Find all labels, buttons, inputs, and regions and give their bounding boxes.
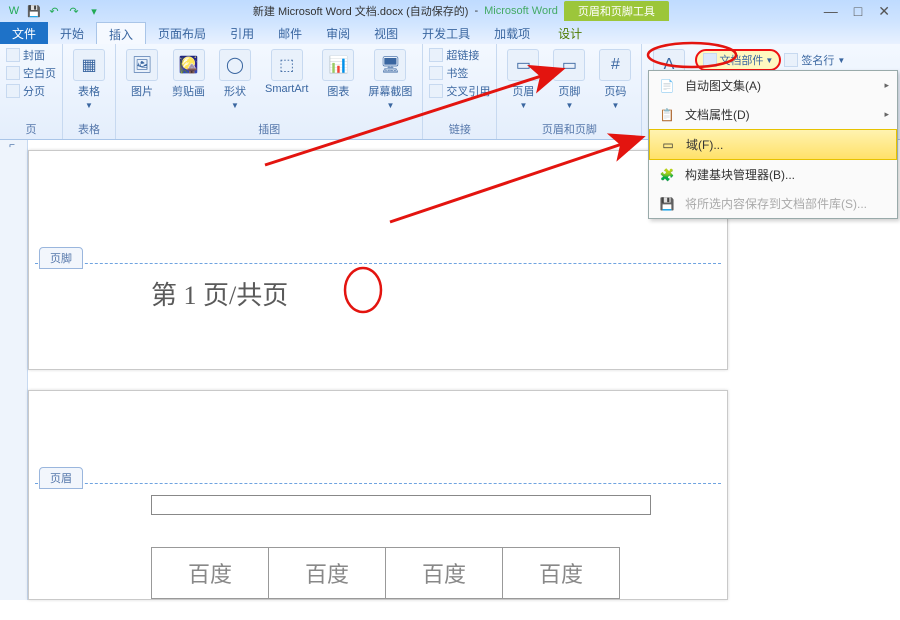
shapes-icon: ◯ [219,49,251,81]
group-label-tables: 表格 [78,119,100,139]
quick-access-toolbar: W 💾 ↶ ↷ ▾ [0,3,108,19]
tab-design[interactable]: 设计 [546,22,594,44]
smartart-icon: ⬚ [271,49,303,81]
clipart-icon: 🎑 [173,49,205,81]
quick-parts-button[interactable]: 文档部件▼ [695,49,781,71]
table-cell[interactable]: 百度 [502,547,620,599]
menu-field[interactable]: ▭ 域(F)... [649,129,897,160]
picture-button[interactable]: 🖼图片 [122,47,162,101]
group-illustrations: 🖼图片 🎑剪贴画 ◯形状▼ ⬚SmartArt 📊图表 🖥屏幕截图▼ 插图 [116,44,423,139]
picture-icon: 🖼 [126,49,158,81]
header-table-top[interactable] [151,495,651,515]
menu-building-blocks[interactable]: 🧩 构建基块管理器(B)... [649,160,897,189]
group-header-footer: ▭页眉▼ ▭页脚▼ #页码▼ 页眉和页脚 [497,44,642,139]
quick-parts-icon [703,53,717,67]
maximize-button[interactable]: □ [854,3,862,20]
screenshot-button[interactable]: 🖥屏幕截图▼ [364,47,416,112]
tab-references[interactable]: 引用 [218,22,266,44]
page-number-button[interactable]: #页码▼ [595,47,635,112]
menu-doc-property[interactable]: 📋 文档属性(D)▸ [649,100,897,129]
blank-page-button[interactable]: 空白页 [6,65,56,81]
chart-button[interactable]: 📊图表 [318,47,358,101]
vertical-ruler [0,140,28,600]
header-table-cells[interactable]: 百度 百度 百度 百度 [151,547,619,599]
smartart-button[interactable]: ⬚SmartArt [261,47,312,97]
group-label-links: 链接 [449,119,471,139]
app-name: Microsoft Word [484,5,558,17]
docprop-icon: 📋 [657,108,677,122]
tab-layout[interactable]: 页面布局 [146,22,218,44]
group-label-pages: 页 [26,119,37,139]
bookmark-button[interactable]: 书签 [429,65,490,81]
save-icon[interactable]: 💾 [26,3,42,19]
page-2[interactable]: 页眉 百度 百度 百度 百度 [28,390,728,600]
footer-button[interactable]: ▭页脚▼ [549,47,589,112]
signature-line-button[interactable]: 签名行 [801,52,834,68]
minimize-button[interactable]: — [824,3,838,20]
tab-selector[interactable]: ⌐ [0,140,24,152]
titlebar: W 💾 ↶ ↷ ▾ 新建 Microsoft Word 文档.docx (自动保… [0,0,900,22]
group-links: 超链接 书签 交叉引用 链接 [423,44,497,139]
menu-autotext[interactable]: 📄 自动图文集(A)▸ [649,71,897,100]
hyperlink-button[interactable]: 超链接 [429,47,490,63]
page-1[interactable]: 页脚 第 1 页/共页 [28,150,728,370]
tab-addins[interactable]: 加载项 [482,22,542,44]
qat-more-icon[interactable]: ▾ [86,3,102,19]
footer-icon: ▭ [553,49,585,81]
header-icon: ▭ [507,49,539,81]
ribbon-tabs: 文件 开始 插入 页面布局 引用 邮件 审阅 视图 开发工具 加载项 设计 [0,22,900,44]
undo-icon[interactable]: ↶ [46,3,62,19]
footer-text[interactable]: 第 1 页/共页 [151,275,288,312]
footer-boundary [35,263,721,264]
word-icon: W [6,3,22,19]
tab-mailings[interactable]: 邮件 [266,22,314,44]
save-selection-icon: 💾 [657,197,677,211]
group-label-illustrations: 插图 [258,119,280,139]
menu-save-selection: 💾 将所选内容保存到文档部件库(S)... [649,189,897,218]
crossref-button[interactable]: 交叉引用 [429,83,490,99]
chart-icon: 📊 [322,49,354,81]
group-label-header-footer: 页眉和页脚 [542,119,597,139]
tab-insert[interactable]: 插入 [96,22,146,44]
table-cell[interactable]: 百度 [385,547,503,599]
page-number-icon: # [599,49,631,81]
table-cell[interactable]: 百度 [151,547,269,599]
document-title: 新建 Microsoft Word 文档.docx (自动保存的) [253,3,469,19]
redo-icon[interactable]: ↷ [66,3,82,19]
header-tag: 页眉 [39,467,83,489]
tab-home[interactable]: 开始 [48,22,96,44]
field-icon: ▭ [658,138,678,152]
signature-icon [784,53,798,67]
table-cell[interactable]: 百度 [268,547,386,599]
close-button[interactable]: ✕ [878,3,890,20]
header-button[interactable]: ▭页眉▼ [503,47,543,112]
tab-review[interactable]: 审阅 [314,22,362,44]
tab-view[interactable]: 视图 [362,22,410,44]
shapes-button[interactable]: ◯形状▼ [215,47,255,112]
table-icon: ▦ [73,49,105,81]
document-area: 页脚 第 1 页/共页 页眉 百度 百度 百度 百度 [28,150,728,620]
blocks-icon: 🧩 [657,168,677,182]
autotext-icon: 📄 [657,79,677,93]
contextual-tool-label: 页眉和页脚工具 [564,1,669,21]
clipart-button[interactable]: 🎑剪贴画 [168,47,209,101]
quick-parts-menu: 📄 自动图文集(A)▸ 📋 文档属性(D)▸ ▭ 域(F)... 🧩 构建基块管… [648,70,898,219]
page-break-button[interactable]: 分页 [6,83,56,99]
screenshot-icon: 🖥 [374,49,406,81]
tab-developer[interactable]: 开发工具 [410,22,482,44]
footer-tag: 页脚 [39,247,83,269]
group-tables: ▦表格▼ 表格 [63,44,116,139]
header-boundary [35,483,721,484]
table-button[interactable]: ▦表格▼ [69,47,109,112]
cover-page-button[interactable]: 封面 [6,47,56,63]
group-pages: 封面 空白页 分页 页 [0,44,63,139]
tab-file[interactable]: 文件 [0,22,48,44]
